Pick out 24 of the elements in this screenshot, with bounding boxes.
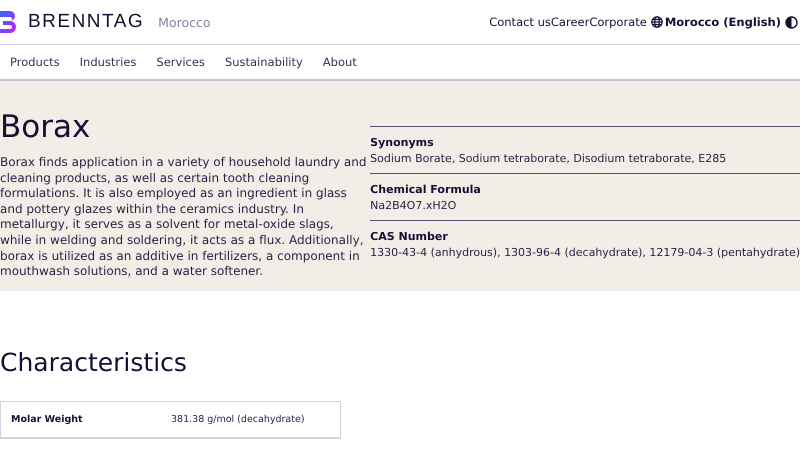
- row-value: 381.38 g/mol (decahydrate): [171, 414, 305, 425]
- row-label: Molar Weight: [11, 414, 84, 425]
- contrast-icon[interactable]: [785, 16, 798, 28]
- fact-label: CAS Number: [370, 230, 449, 243]
- fact-value: 1330-43-4 (anhydrous), 1303-96-4 (decahydrate), 12179-04-3 (pentahydrate): [370, 246, 800, 259]
- header-link[interactable]: Contact us: [489, 15, 551, 29]
- nav-item[interactable]: Industries: [80, 55, 136, 69]
- fact-value: Sodium Borate, Sodium tetraborate, Disodium tetraborate, E285: [370, 152, 728, 165]
- nav-item[interactable]: About: [322, 55, 357, 69]
- product-description: Borax finds application in a variety of household laundry and cleaning products, as well as certain tooth cleaning formulations. It is also employed as an ingredient in glass and pottery glazes within the ceramics industry. In metallurgy, it serves as a solvent for metal-oxide slags, while in welding and soldering, it acts as a flux. Additionally, borax is utilized as an additive in fertilizers, a component in mouthwash solutions, and a water softener.: [0, 155, 368, 280]
- section-heading: Characteristics: [0, 348, 188, 377]
- nav-item[interactable]: Services: [156, 55, 205, 69]
- header-link[interactable]: Corporate: [589, 15, 647, 29]
- nav-item[interactable]: Products: [10, 55, 60, 69]
- globe-icon: [650, 16, 663, 28]
- fact-label: Chemical Formula: [370, 183, 482, 196]
- page-title: Borax: [0, 109, 92, 145]
- nav-item[interactable]: Sustainability: [224, 55, 303, 69]
- brand-name[interactable]: BRENNTAG: [28, 11, 144, 33]
- fact-label: Synonyms: [370, 136, 435, 149]
- region-label: Morocco: [158, 14, 211, 30]
- header-link[interactable]: Career: [550, 15, 590, 29]
- language-selector[interactable]: Morocco (English): [646, 15, 785, 29]
- fact-value: Na2B4O7.xH2O: [370, 199, 458, 212]
